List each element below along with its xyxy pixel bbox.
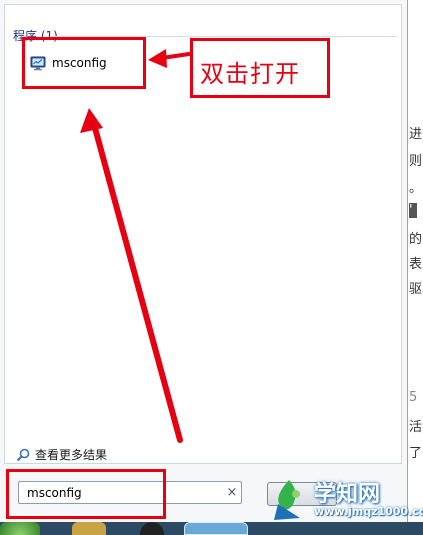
see-more-results-link[interactable]: 查看更多结果: [16, 446, 107, 463]
screenshot-stage: 进 则 。 ' 的 表 驱 5 活 了 程序 (1) msconfig 查看更多…: [0, 0, 423, 535]
background-document: 进 则 。 ' 的 表 驱 5 活 了: [409, 0, 423, 535]
watermark: 学知网 www.jmqz1000.com: [268, 474, 423, 526]
watermark-url: www.jmqz1000.com: [314, 505, 423, 518]
watermark-title: 学知网: [314, 482, 381, 507]
watermark-logo-icon: [274, 480, 300, 520]
start-orb[interactable]: [0, 522, 40, 535]
taskbar-app-button[interactable]: [72, 522, 106, 535]
annotation-box-result: [22, 37, 146, 89]
taskbar-app-button-active[interactable]: [184, 522, 248, 535]
background-text: 了: [409, 446, 423, 461]
magnifier-icon: [16, 448, 30, 461]
background-text: 则: [409, 154, 423, 169]
background-text: 进: [409, 127, 423, 142]
see-more-label: 查看更多结果: [35, 448, 108, 462]
background-text: 5: [409, 390, 418, 405]
background-text: 驱: [409, 282, 423, 297]
background-text: 。: [409, 181, 423, 196]
background-text: 表: [409, 257, 423, 272]
annotation-box-search: [6, 469, 166, 519]
background-text: ': [409, 203, 417, 218]
background-text: 的: [409, 232, 423, 247]
annotation-instruction-text: 双击打开: [200, 60, 300, 88]
background-text: 活: [409, 420, 423, 435]
clear-icon[interactable]: ×: [223, 485, 241, 500]
